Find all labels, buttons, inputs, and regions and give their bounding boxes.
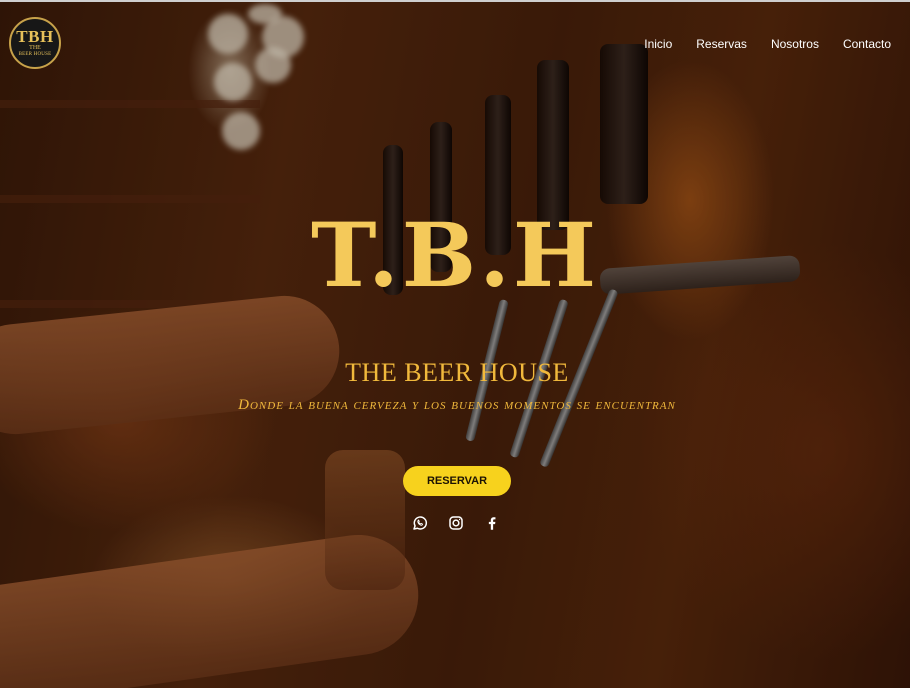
facebook-icon[interactable]: [483, 514, 501, 532]
social-links: [411, 514, 501, 532]
hero-tagline: Donde la buena cerveza y los buenos mome…: [238, 397, 676, 413]
whatsapp-icon[interactable]: [411, 514, 429, 532]
nav-link-contacto[interactable]: Contacto: [843, 37, 891, 51]
logo[interactable]: TBH THE BEER HOUSE: [9, 17, 61, 69]
reservar-button[interactable]: RESERVAR: [403, 466, 511, 496]
hero-dark-overlay: [0, 0, 910, 688]
nav-link-inicio[interactable]: Inicio: [644, 37, 672, 51]
main-nav: Inicio Reservas Nosotros Contacto: [644, 37, 891, 51]
logo-text-beer-house: BEER HOUSE: [18, 51, 52, 57]
hero-subtitle: THE BEER HOUSE: [345, 358, 569, 387]
hero-title: T.B.H: [311, 203, 599, 307]
logo-text-tbh: TBH: [16, 26, 54, 46]
nav-link-reservas[interactable]: Reservas: [696, 37, 747, 51]
nav-link-nosotros[interactable]: Nosotros: [771, 37, 819, 51]
logo-text-the: THE: [29, 44, 41, 51]
window-top-border: [0, 0, 910, 2]
instagram-icon[interactable]: [447, 514, 465, 532]
